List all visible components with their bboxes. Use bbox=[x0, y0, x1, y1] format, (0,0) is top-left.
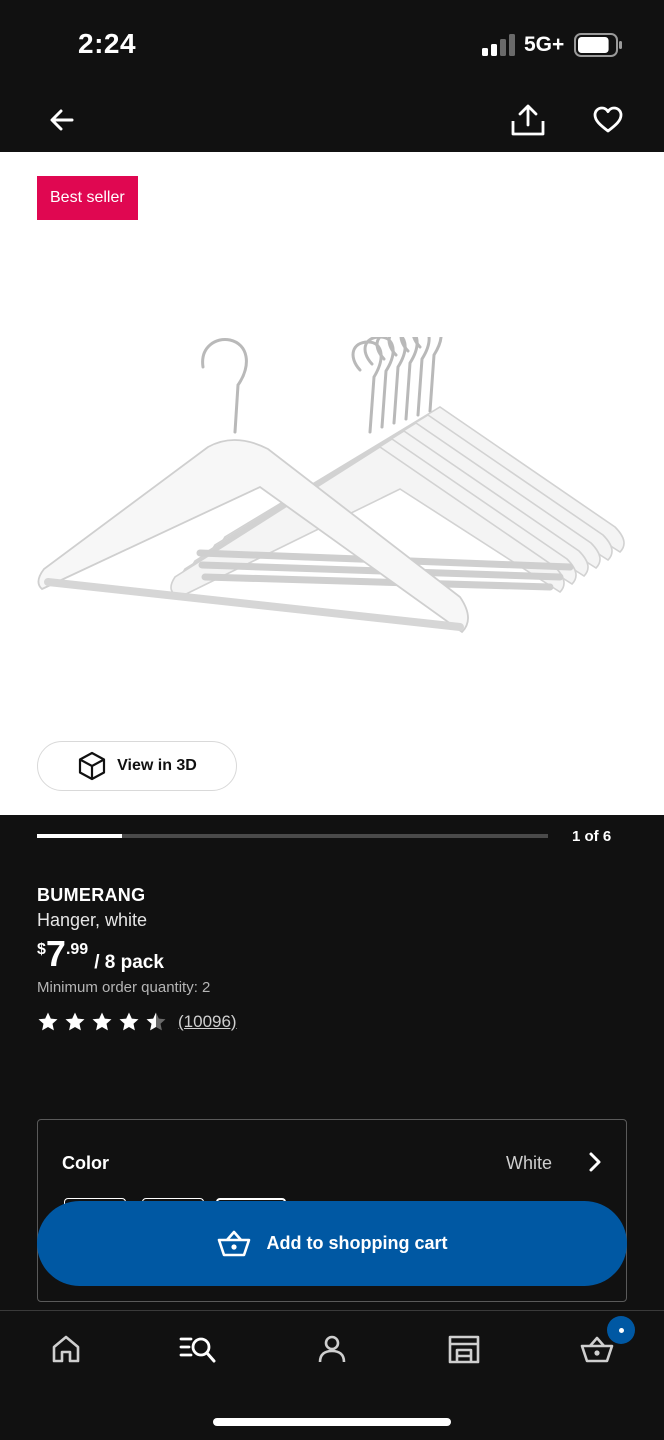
product-image-gallery[interactable]: Best seller View in 3D bbox=[0, 152, 664, 815]
image-counter: 1 of 6 bbox=[572, 828, 612, 845]
tab-search[interactable] bbox=[173, 1331, 223, 1367]
price-currency: $ bbox=[37, 941, 46, 958]
price-decimal: .99 bbox=[65, 941, 89, 958]
tab-stores[interactable] bbox=[439, 1331, 489, 1367]
star-icon bbox=[38, 1012, 58, 1031]
star-icon bbox=[65, 1012, 85, 1031]
gallery-progress-fill bbox=[37, 834, 123, 838]
status-time: 2:24 bbox=[78, 28, 137, 59]
arrow-left-icon bbox=[50, 109, 74, 131]
home-icon bbox=[52, 1335, 80, 1363]
star-icon bbox=[119, 1012, 139, 1031]
add-to-cart-label: Add to shopping cart bbox=[266, 1233, 448, 1253]
tab-home[interactable] bbox=[41, 1331, 91, 1367]
view-in-3d-button[interactable]: View in 3D bbox=[37, 741, 237, 791]
star-icon bbox=[92, 1012, 112, 1031]
best-seller-badge: Best seller bbox=[37, 176, 138, 220]
product-name: BUMERANG bbox=[37, 885, 146, 905]
network-type: 5G+ bbox=[524, 33, 565, 56]
product-description: Hanger, white bbox=[37, 910, 148, 930]
minimum-order-text: Minimum order quantity: 2 bbox=[37, 979, 211, 996]
product-price: $ 7 .99 / 8 pack bbox=[37, 934, 164, 974]
price-unit: / 8 pack bbox=[94, 952, 164, 973]
favorite-button[interactable] bbox=[584, 96, 632, 144]
rating-row[interactable]: (10096) bbox=[37, 1011, 237, 1032]
cart-icon bbox=[217, 1230, 250, 1256]
price-integer: 7 bbox=[45, 933, 66, 974]
heart-icon bbox=[593, 106, 623, 133]
color-label: Color bbox=[62, 1153, 109, 1173]
review-count-link[interactable]: (10096) bbox=[178, 1012, 237, 1032]
status-bar: 2:24 5G+ bbox=[0, 0, 664, 88]
hanger-product-image bbox=[37, 337, 625, 634]
star-rating bbox=[37, 1011, 167, 1032]
battery-icon bbox=[574, 33, 622, 57]
cube-3d-icon bbox=[79, 751, 106, 781]
profile-icon bbox=[318, 1335, 346, 1363]
add-to-cart-button[interactable]: Add to shopping cart bbox=[37, 1201, 627, 1286]
share-icon bbox=[511, 104, 545, 136]
view-in-3d-label: View in 3D bbox=[117, 757, 197, 774]
share-button[interactable] bbox=[504, 96, 552, 144]
chevron-right-icon[interactable] bbox=[582, 1150, 606, 1174]
tab-profile[interactable] bbox=[307, 1331, 357, 1367]
color-selected-value: White bbox=[505, 1153, 552, 1173]
signal-strength-icon bbox=[482, 34, 515, 56]
gallery-progress-bar bbox=[37, 834, 548, 838]
search-list-icon bbox=[179, 1337, 216, 1363]
star-icon bbox=[146, 1012, 166, 1031]
store-icon bbox=[448, 1335, 480, 1364]
back-button[interactable] bbox=[38, 96, 86, 144]
top-navigation bbox=[0, 88, 664, 152]
cart-notification-badge bbox=[607, 1316, 635, 1344]
home-indicator bbox=[213, 1418, 451, 1426]
